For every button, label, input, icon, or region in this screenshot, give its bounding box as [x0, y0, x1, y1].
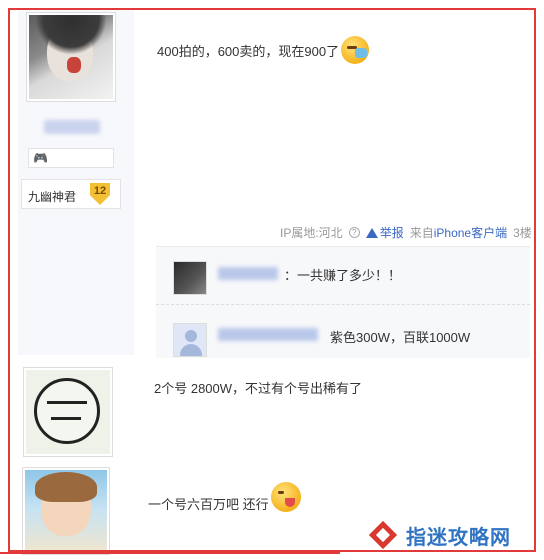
level-title: 九幽神君 [28, 190, 77, 204]
tongue-emoji-icon [270, 482, 301, 512]
author-avatar[interactable] [26, 12, 116, 102]
default-avatar-icon[interactable] [173, 323, 207, 357]
post-content: 一个号六百万吧 还行 [148, 482, 301, 518]
post-tail: IP属地:河北 ? 举报 来自iPhone客户端 3楼 [280, 224, 532, 241]
forum-thread: 🎮 九幽神君 12 400拍的，600卖的，现在900了 IP属地:河北 ? 举… [0, 0, 544, 560]
badge-row: 🎮 [28, 148, 114, 168]
client-source: 来自iPhone客户端 [409, 226, 508, 240]
warning-icon [365, 227, 378, 238]
post-content: 2个号 2800W，不过有个号出稀有了 [154, 381, 363, 396]
divider [0, 552, 340, 554]
reply-item: 紫色300W，百联1000W [156, 304, 530, 360]
reply-text: 紫色300W，百联1000W [330, 330, 471, 345]
avatar-image [29, 15, 113, 99]
watermark: 指迷攻略网 [360, 510, 544, 560]
report-button[interactable]: 举报 [365, 224, 404, 241]
reply-username-blurred[interactable] [218, 328, 318, 341]
avatar-image [25, 470, 107, 554]
author-avatar[interactable] [23, 367, 113, 457]
post-text: 400拍的，600卖的，现在900了 [157, 43, 340, 59]
reply-avatar[interactable] [173, 261, 207, 295]
watermark-text: 指迷攻略网 [406, 524, 511, 549]
sneeze-emoji-icon [341, 36, 370, 64]
post-text: 一个号六百万吧 还行 [148, 496, 269, 512]
member-level[interactable]: 九幽神君 12 [21, 179, 121, 209]
reply-list: ：一共赚了多少！！ 紫色300W，百联1000W [156, 246, 530, 358]
gamepad-icon[interactable]: 🎮 [33, 152, 48, 164]
floor-number: 3楼 [513, 226, 532, 240]
watermark-logo-icon [368, 520, 398, 550]
ip-location: IP属地:河北 [280, 226, 343, 240]
post-content: 400拍的，600卖的，现在900了 [157, 36, 370, 64]
reply-text: ：一共赚了多少！！ [284, 268, 402, 283]
avatar-image [26, 370, 110, 454]
reply-username-blurred[interactable] [218, 267, 278, 280]
author-avatar[interactable] [22, 467, 110, 555]
help-icon[interactable]: ? [348, 227, 360, 238]
level-badge: 12 [90, 183, 110, 205]
client-link[interactable]: iPhone客户端 [434, 226, 507, 240]
reply-item: ：一共赚了多少！！ [156, 247, 530, 303]
author-name-blurred[interactable] [44, 120, 100, 134]
